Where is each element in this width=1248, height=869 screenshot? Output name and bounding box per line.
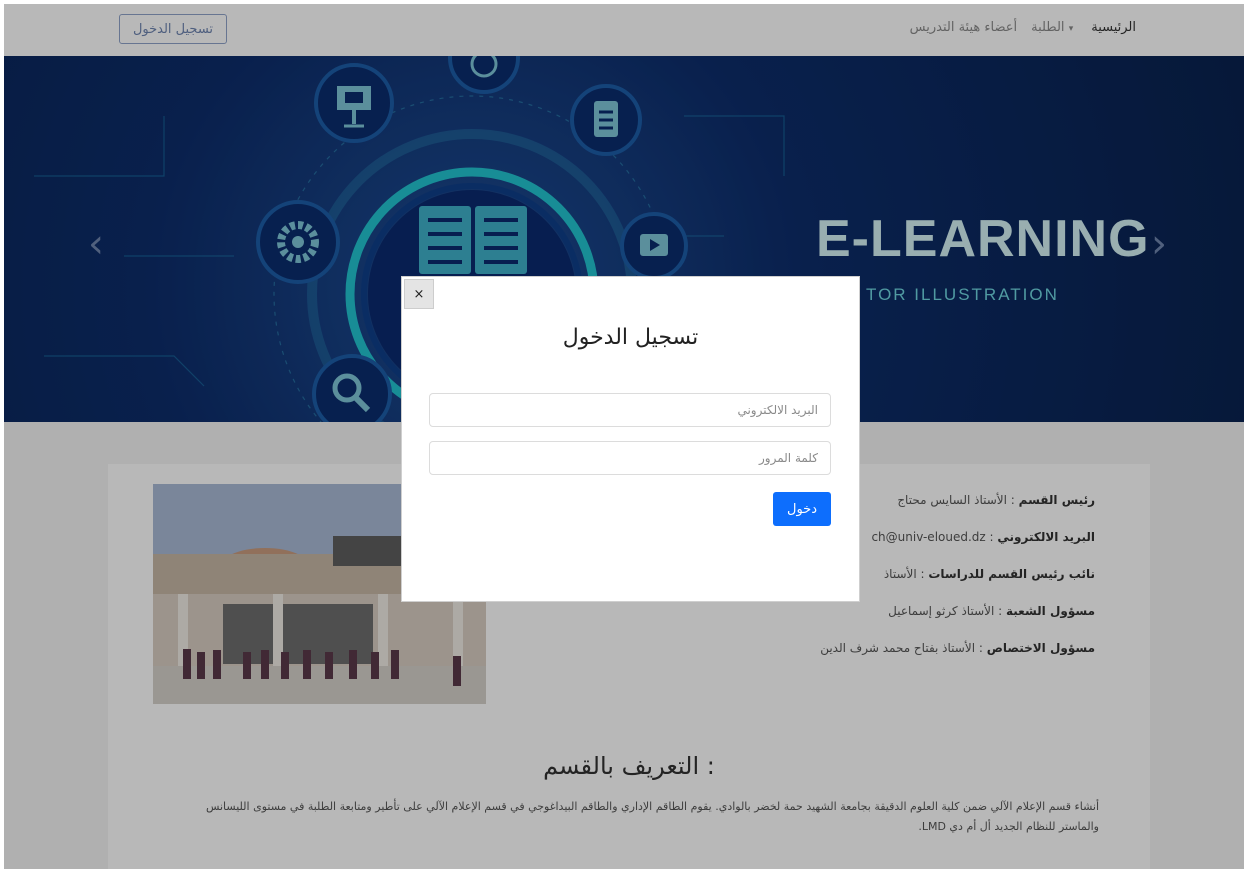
modal-title: تسجيل الدخول [562,325,699,350]
login-modal: × تسجيل الدخول دخول [401,276,860,602]
close-icon[interactable]: × [404,279,434,309]
page: الرئيسية الطلبة ▾ أعضاء هيئة التدريس تسج… [4,4,1244,869]
submit-button[interactable]: دخول [773,492,831,526]
password-field[interactable] [429,441,831,475]
email-field[interactable] [429,393,831,427]
